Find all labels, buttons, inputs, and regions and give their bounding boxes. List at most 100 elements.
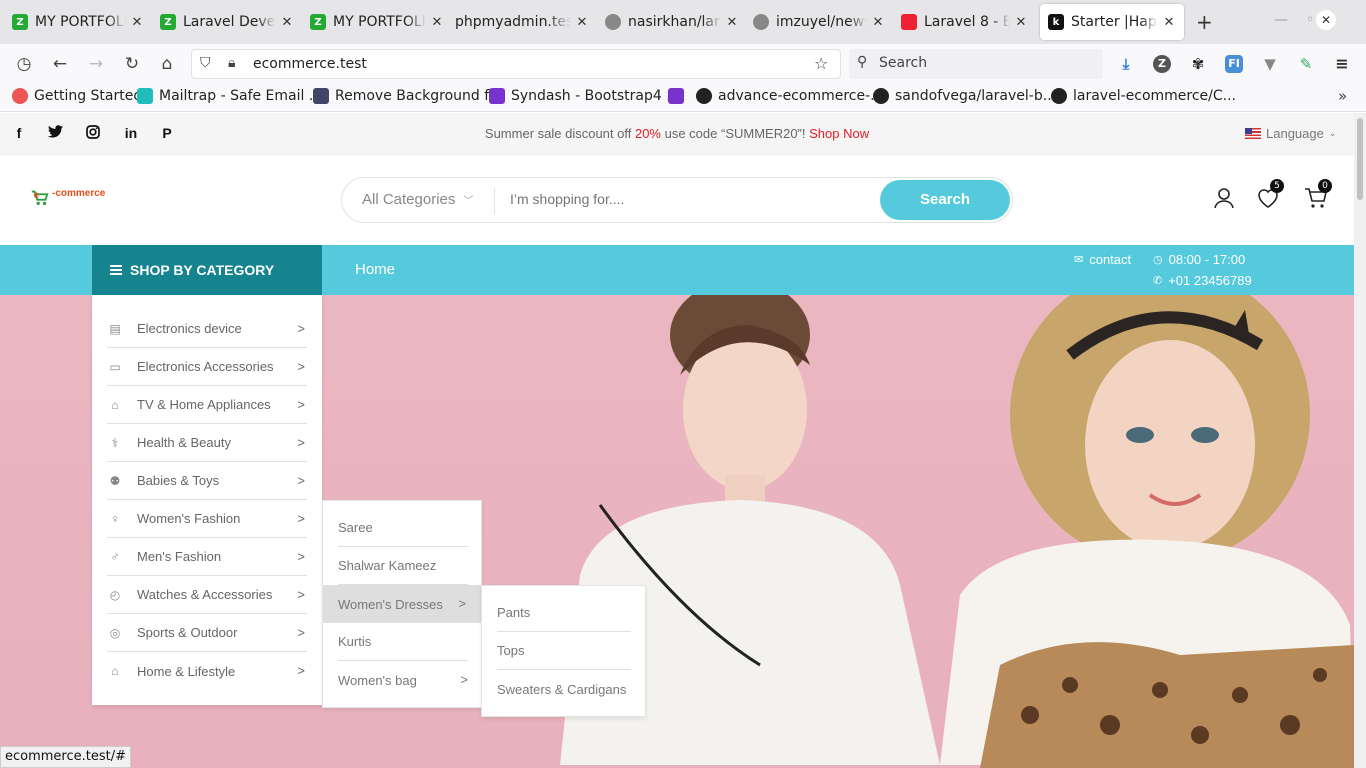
submenu-item-saree[interactable]: Saree	[338, 509, 468, 547]
submenu-label: Shalwar Kameez	[338, 558, 437, 573]
bookmark-item[interactable]: Syndash - Bootstrap4 ...	[489, 88, 680, 104]
account-icon[interactable]	[1213, 187, 1235, 213]
house-icon: ⌂	[111, 664, 119, 678]
category-select-value: All Categories	[362, 191, 456, 208]
reload-button[interactable]: ↻	[122, 54, 142, 74]
bookmark-label: Getting Started	[34, 88, 143, 104]
submenu-item-sweaters-cardigans[interactable]: Sweaters & Cardigans	[497, 670, 631, 708]
close-window-button[interactable]: ✕	[1316, 10, 1336, 30]
opening-hours: ◷ 08:00 - 17:00	[1153, 252, 1245, 267]
bookmark-item[interactable]: Mailtrap - Safe Email ...	[137, 88, 322, 104]
category-item-sports-outdoor[interactable]: ◎ Sports & Outdoor >	[107, 614, 307, 652]
extension-fi-icon[interactable]: FI	[1225, 55, 1243, 73]
bookmark-label: Syndash - Bootstrap4 ...	[511, 88, 680, 104]
browser-tab[interactable]: phpmyadmin.test / ✕	[447, 4, 597, 40]
category-select[interactable]: All Categories ﹀	[362, 191, 473, 208]
download-icon[interactable]: ⤓	[1117, 55, 1135, 73]
category-item-tv-home-appliances[interactable]: ⌂ TV & Home Appliances >	[107, 386, 307, 424]
tab-close-icon[interactable]: ✕	[575, 15, 589, 30]
wishlist-icon[interactable]: 5	[1256, 179, 1284, 213]
submenu-item-pants[interactable]: Pants	[497, 594, 631, 632]
clock-icon: ◷	[1153, 254, 1163, 266]
site-logo[interactable]: e -commerce	[30, 187, 105, 207]
language-label: Language	[1266, 126, 1324, 141]
browser-search-box[interactable]: ⚲ Search	[849, 49, 1103, 79]
github-icon	[873, 88, 889, 104]
category-item-babies-toys[interactable]: ⚉ Babies & Toys >	[107, 462, 307, 500]
page-scrollbar[interactable]	[1354, 113, 1366, 768]
tab-title: phpmyadmin.test /	[455, 14, 571, 30]
menu-hamburger-icon[interactable]: ≡	[1333, 55, 1351, 73]
search-button[interactable]: Search	[880, 180, 1010, 220]
tab-title: MY PORTFOLIO	[35, 14, 126, 30]
browser-tab-active[interactable]: k Starter |Happy ✕	[1040, 4, 1184, 40]
submenu-item-shalwar-kameez[interactable]: Shalwar Kameez	[338, 547, 468, 585]
nav-home-link[interactable]: Home	[355, 261, 395, 278]
maximize-button[interactable]: ◦	[1306, 12, 1314, 28]
submenu-label: Tops	[497, 643, 525, 658]
address-bar[interactable]: ⛉ 🔒︎ ecommerce.test ☆	[191, 49, 841, 79]
category-item-health-beauty[interactable]: ⚕ Health & Beauty >	[107, 424, 307, 462]
github-icon	[605, 14, 621, 30]
new-tab-button[interactable]: +	[1196, 10, 1213, 34]
browser-tab[interactable]: Z MY PORTFOLIO ✕	[4, 4, 152, 40]
bookmark-item[interactable]: sandofvega/laravel-b...	[873, 88, 1056, 104]
us-flag-icon	[1245, 128, 1261, 139]
browser-tab[interactable]: Laravel 8 - Buil ✕	[893, 4, 1036, 40]
logo-e-letter: e	[34, 190, 40, 201]
language-selector[interactable]: Language ⌄	[1245, 126, 1336, 141]
back-button[interactable]: ←	[50, 54, 70, 74]
tab-close-icon[interactable]: ✕	[430, 15, 444, 30]
forward-button[interactable]: →	[86, 54, 106, 74]
submenu-item-womens-dresses[interactable]: Women's Dresses >	[323, 585, 481, 623]
bookmark-star-icon[interactable]: ☆	[814, 54, 828, 73]
web-page: f in P Summer sale discount off 20% use …	[0, 113, 1354, 768]
home-button[interactable]: ⌂	[157, 54, 177, 74]
category-item-womens-fashion[interactable]: ♀ Women's Fashion >	[107, 500, 307, 538]
tab-favicon-icon: Z	[160, 14, 176, 30]
search-input[interactable]	[510, 191, 870, 207]
bookmark-item[interactable]: Getting Started	[12, 88, 142, 104]
shop-now-link[interactable]: Shop Now	[809, 126, 869, 141]
browser-tab[interactable]: nasirkhan/lara ✕	[597, 4, 747, 40]
submenu-item-womens-bag[interactable]: Women's bag >	[338, 661, 468, 699]
tab-close-icon[interactable]: ✕	[1014, 15, 1028, 30]
history-icon[interactable]: ◷	[14, 54, 34, 74]
extension-v-icon[interactable]: ▼	[1261, 55, 1279, 73]
submenu-item-tops[interactable]: Tops	[497, 632, 631, 670]
shop-by-category-button[interactable]: SHOP BY CATEGORY	[92, 245, 322, 295]
extension-picker-icon[interactable]: ✎	[1297, 55, 1315, 73]
category-item-watches-accessories[interactable]: ◴ Watches & Accessories >	[107, 576, 307, 614]
contact-link[interactable]: ✉ contact	[1074, 252, 1131, 267]
lock-icon[interactable]: 🔒︎	[228, 55, 235, 71]
tab-close-icon[interactable]: ✕	[871, 15, 885, 30]
laracasts-icon	[901, 14, 917, 30]
bookmark-item[interactable]: Remove Background f...	[313, 88, 502, 104]
category-item-electronics-accessories[interactable]: ▭ Electronics Accessories >	[107, 348, 307, 386]
watch-icon: ◴	[109, 587, 121, 602]
category-item-electronics-device[interactable]: ▤ Electronics device >	[107, 310, 307, 348]
category-item-mens-fashion[interactable]: ♂ Men's Fashion >	[107, 538, 307, 576]
shield-icon[interactable]: ⛉	[200, 55, 211, 71]
bookmark-item[interactable]	[668, 88, 690, 104]
tab-close-icon[interactable]: ✕	[130, 15, 144, 30]
phone-number[interactable]: ✆ +01 23456789	[1153, 273, 1252, 288]
minimize-button[interactable]: —	[1274, 12, 1288, 28]
browser-tab[interactable]: Z Laravel Develop ✕	[152, 4, 302, 40]
tab-close-icon[interactable]: ✕	[280, 15, 294, 30]
browser-tab[interactable]: Z MY PORTFOLIO ✕	[302, 4, 452, 40]
scrollbar-thumb[interactable]	[1357, 118, 1363, 200]
cart-icon[interactable]: 0	[1304, 179, 1332, 213]
category-item-home-lifestyle[interactable]: ⌂ Home & Lifestyle >	[107, 652, 307, 690]
url-text[interactable]: ecommerce.test	[253, 56, 367, 72]
bookmarks-overflow-icon[interactable]: »	[1338, 87, 1347, 105]
extension-z-icon[interactable]: Z	[1153, 55, 1171, 73]
bookmark-item[interactable]: laravel-ecommerce/C...	[1051, 88, 1236, 104]
tab-close-icon[interactable]: ✕	[1162, 15, 1176, 30]
submenu-item-kurtis[interactable]: Kurtis	[338, 623, 468, 661]
extension-octopus-icon[interactable]: ✾	[1189, 55, 1207, 73]
bookmark-item[interactable]: advance-ecommerce-...	[696, 88, 884, 104]
category-label: Home & Lifestyle	[137, 663, 236, 679]
browser-tab[interactable]: imzuyel/newsp ✕	[745, 4, 893, 40]
tab-close-icon[interactable]: ✕	[725, 15, 739, 30]
